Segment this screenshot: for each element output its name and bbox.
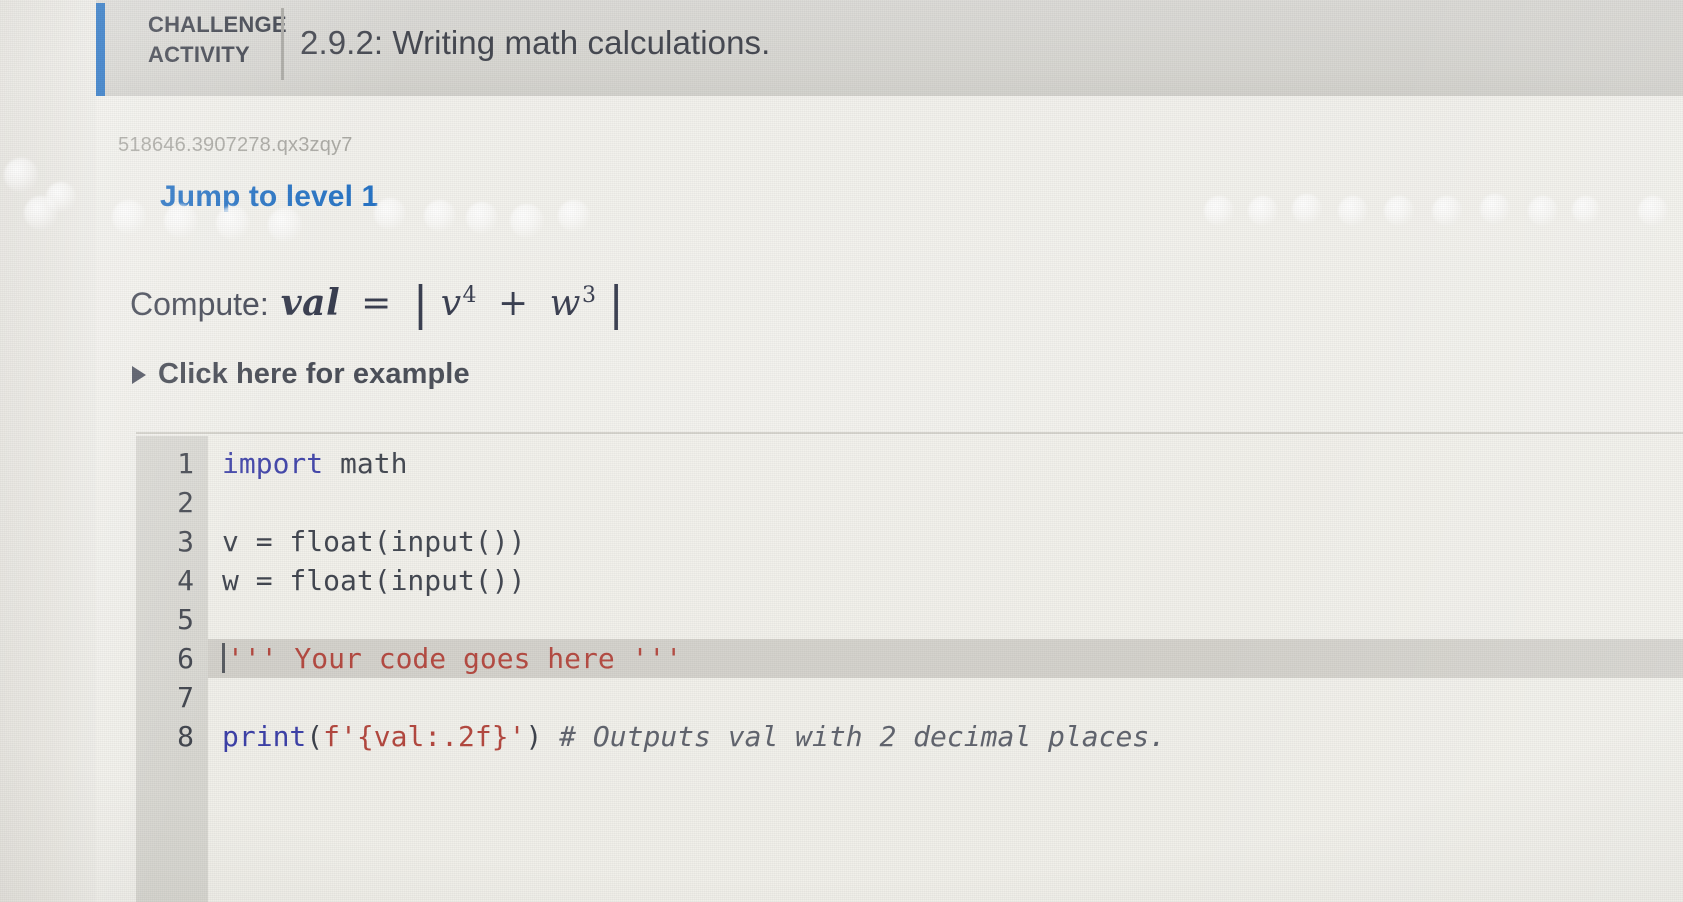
code-line-content[interactable] (208, 483, 1683, 522)
header-accent-bar (96, 3, 105, 96)
activity-title: 2.9.2: Writing math calculations. (300, 24, 771, 61)
code-line-content[interactable] (208, 678, 1683, 717)
formula-operator: + (497, 283, 529, 324)
code-text: print(f'{val:.2f}') # Outputs val with 2… (222, 717, 1166, 756)
example-disclosure[interactable]: Click here for example (132, 358, 470, 391)
header-divider (281, 8, 284, 80)
line-number: 2 (177, 486, 194, 519)
code-text: ''' Your code goes here ''' (222, 639, 682, 678)
code-line[interactable]: 6 ''' Your code goes here ''' (136, 639, 1683, 678)
formula-term1-base: v (440, 283, 462, 324)
formula-equals: = (361, 283, 392, 324)
formula-term2-base: w (549, 283, 581, 324)
example-disclosure-label: Click here for example (158, 358, 470, 390)
code-token: v = float(input()) (222, 525, 526, 558)
code-token: ( (306, 720, 324, 753)
formula-lhs: val (280, 282, 341, 324)
code-line[interactable]: 1 import math (136, 444, 1683, 483)
formula-term1-exponent: 4 (462, 283, 478, 308)
line-number: 8 (177, 720, 194, 753)
text-cursor (222, 643, 225, 673)
code-token: w = float(input()) (222, 564, 526, 597)
compute-prompt-label: Compute: (130, 286, 269, 322)
code-token: ) (525, 720, 543, 753)
code-token: import (222, 447, 324, 480)
line-number: 4 (177, 564, 194, 597)
formula-term2-exponent: 3 (581, 283, 597, 308)
compute-prompt: Compute: val = | v4 + w3 | (130, 280, 625, 326)
code-line-content[interactable]: import math (208, 444, 1683, 483)
code-token: math (323, 447, 408, 480)
code-token: ''' Your code goes here ''' (227, 642, 683, 675)
activity-id: 518646.3907278.qx3zqy7 (118, 134, 353, 156)
line-number: 7 (177, 681, 194, 714)
code-line[interactable]: 5 (136, 600, 1683, 639)
editor-top-rule (136, 432, 1683, 434)
code-line-content[interactable]: ''' Your code goes here ''' (208, 639, 1683, 678)
code-token: f'{val:.2f}' (323, 720, 526, 753)
line-number: 5 (177, 603, 194, 636)
editor-code-lines[interactable]: 1 import math 2 3 v = float(input()) 4 w = flo… (136, 444, 1683, 756)
code-line[interactable]: 4 w = float(input()) (136, 561, 1683, 600)
code-text: import math (222, 444, 407, 483)
code-line[interactable]: 3 v = float(input()) (136, 522, 1683, 561)
code-token: # Outputs val with 2 decimal places. (542, 720, 1167, 753)
code-line-content[interactable]: w = float(input()) (208, 561, 1683, 600)
code-line-content[interactable]: v = float(input()) (208, 522, 1683, 561)
formula-abs-open: | (412, 276, 429, 330)
code-line-content[interactable] (208, 600, 1683, 639)
code-token: print (222, 720, 307, 753)
code-line[interactable]: 7 (136, 678, 1683, 717)
page-left-margin (0, 0, 96, 902)
line-number: 3 (177, 525, 194, 558)
line-number: 1 (177, 447, 194, 480)
code-text: w = float(input()) (222, 561, 525, 600)
formula-abs-close: | (608, 276, 625, 330)
math-formula: val = | v4 + w3 | (280, 280, 625, 326)
triangle-right-icon (132, 365, 146, 384)
code-line[interactable]: 8 print(f'{val:.2f}') # Outputs val with … (136, 717, 1683, 756)
screenshot-root: CHALLENGE ACTIVITY 2.9.2: Writing math c… (0, 0, 1683, 902)
code-editor[interactable]: 1 import math 2 3 v = float(input()) 4 w = flo… (136, 436, 1683, 902)
code-text: v = float(input()) (222, 522, 525, 561)
code-line-content[interactable]: print(f'{val:.2f}') # Outputs val with 2… (208, 717, 1683, 756)
code-line[interactable]: 2 (136, 483, 1683, 522)
jump-to-level-link[interactable]: Jump to level 1 (160, 180, 378, 214)
line-number: 6 (177, 642, 194, 675)
